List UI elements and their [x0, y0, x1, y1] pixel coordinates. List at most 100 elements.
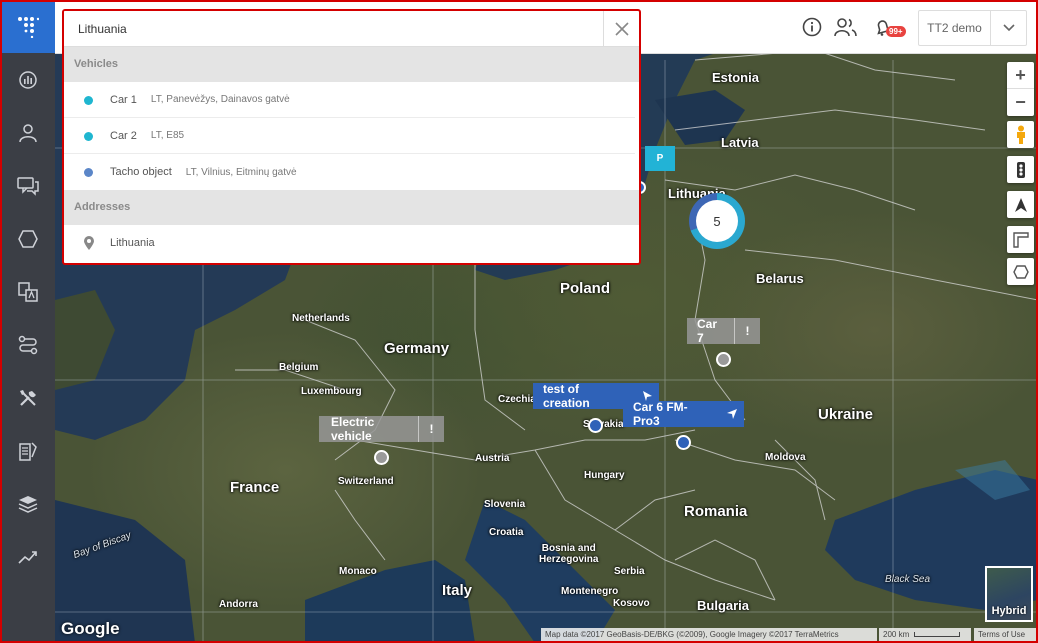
zoom-control: + − [1007, 62, 1034, 116]
reports-icon [17, 281, 38, 302]
geozone-icon[interactable] [1007, 258, 1034, 285]
vehicle-marker-test-of-creation[interactable] [588, 418, 603, 433]
map-attribution: Map data ©2017 GeoBasis-DE/BKG (©2009), … [541, 628, 877, 641]
clear-search-button[interactable] [603, 11, 639, 46]
sidebar-item-messages[interactable] [0, 159, 55, 212]
scale-label: 200 km [883, 630, 910, 639]
sidebar-item-geozones[interactable] [0, 212, 55, 265]
layers-icon [18, 495, 37, 513]
map-type-label: Hybrid [991, 605, 1027, 617]
vehicle-name: Car 7 [697, 317, 718, 345]
adriatic-sea [465, 500, 615, 643]
map-label-bulgaria: Bulgaria [697, 598, 750, 613]
vehicle-status-dot [84, 168, 93, 177]
vehicle-marker-electric-vehicle[interactable] [374, 450, 389, 465]
vehicle-marker-car-6[interactable] [676, 435, 691, 450]
direction-arrow-icon [720, 408, 744, 420]
notifications-button[interactable]: 99+ [870, 14, 906, 40]
map-label-kosovo: Kosovo [613, 598, 650, 609]
zoom-out-button[interactable]: − [1007, 89, 1034, 116]
trends-icon [17, 550, 37, 564]
map-label-slovenia: Slovenia [484, 499, 526, 510]
app-logo[interactable] [0, 0, 55, 53]
routes-icon [18, 335, 37, 354]
sidebar-item-routes[interactable] [0, 318, 55, 371]
zoom-in-button[interactable]: + [1007, 62, 1034, 89]
map-type-toggle[interactable]: Hybrid [985, 566, 1033, 622]
sidebar-item-dashboard[interactable] [0, 53, 55, 106]
cluster-count: 5 [696, 200, 738, 242]
map-label-moldova: Moldova [765, 452, 806, 463]
vehicle-status-dot [84, 96, 93, 105]
search-input[interactable] [64, 11, 604, 46]
traffic-light-icon[interactable] [1007, 156, 1034, 183]
map-scale[interactable]: 200 km [879, 628, 971, 641]
result-name: Car 2 [110, 129, 137, 142]
sidebar-item-reports[interactable] [0, 265, 55, 318]
map-label-austria: Austria [475, 453, 510, 464]
geozones-icon [17, 229, 38, 248]
map-label-andorra: Andorra [219, 599, 258, 610]
map-label-croatia: Croatia [489, 527, 524, 538]
street-view-pegman-icon[interactable] [1007, 121, 1034, 148]
map-label-montenegro: Montenegro [561, 586, 619, 597]
map-label-serbia: Serbia [614, 566, 645, 577]
vehicle-label-electric-vehicle[interactable]: Electric vehicle ! [319, 415, 444, 443]
sidebar-item-tools[interactable] [0, 371, 55, 424]
alert-icon: ! [734, 318, 760, 344]
map-label-belarus: Belarus [756, 271, 804, 286]
ruler-icon[interactable] [1007, 226, 1034, 253]
map-label-black-sea: Black Sea [885, 574, 931, 585]
vehicle-label-car-6[interactable]: Car 6 FM-Pro3 [623, 400, 744, 428]
mediterranean-sea [305, 560, 475, 643]
map-label-poland: Poland [560, 280, 611, 297]
result-address: LT, Vilnius, Eitminų gatvė [185, 166, 297, 178]
vehicle-results: Car 1 LT, Panevėžys, Dainavos gatvė Car … [64, 82, 639, 190]
user-icon [18, 123, 37, 142]
map-label-belgium: Belgium [279, 362, 319, 373]
map-label-latvia: Latvia [721, 135, 759, 150]
vehicle-result-tacho-object[interactable]: Tacho object LT, Vilnius, Eitminų gatvė [64, 154, 635, 190]
vehicle-status-dot [84, 132, 93, 141]
map-label-italy: Italy [442, 582, 473, 599]
vehicle-name: test of creation [543, 382, 590, 410]
map-label-luxembourg: Luxembourg [301, 386, 362, 397]
addresses-section-header: Addresses [64, 190, 639, 225]
map-label-ukraine: Ukraine [818, 406, 874, 423]
search-row [64, 11, 639, 47]
messages-icon [16, 176, 39, 196]
parking-marker[interactable]: P [645, 146, 675, 171]
vehicle-name: Car 6 FM-Pro3 [633, 400, 688, 428]
vehicle-result-car-1[interactable]: Car 1 LT, Panevėžys, Dainavos gatvė [64, 82, 635, 118]
result-address: LT, Panevėžys, Dainavos gatvė [150, 94, 290, 105]
documents-icon [18, 441, 37, 461]
account-name: TT2 demo [919, 11, 991, 45]
vehicles-section-header: Vehicles [64, 47, 639, 82]
map-label-switzerland: Switzerland [338, 476, 394, 487]
map-label-france: France [230, 479, 280, 496]
sidebar-item-layers[interactable] [0, 477, 55, 530]
vehicle-result-car-2[interactable]: Car 2 LT, E85 [64, 118, 635, 154]
notification-badge: 99+ [886, 26, 906, 37]
sidebar-item-trends[interactable] [0, 530, 55, 583]
map-label-hungary: Hungary [584, 470, 625, 481]
map-label-bosnia: Bosnia and Herzegovina [539, 543, 599, 565]
alert-icon: ! [418, 416, 444, 442]
vehicle-marker-car-7[interactable] [716, 352, 731, 367]
sidebar-item-users[interactable] [0, 106, 55, 159]
left-sidebar [0, 0, 55, 643]
sidebar-item-documents[interactable] [0, 424, 55, 477]
chevron-down-icon[interactable] [991, 11, 1026, 45]
vehicle-cluster[interactable]: 5 [689, 193, 745, 249]
info-icon[interactable] [799, 14, 825, 40]
account-dropdown[interactable]: TT2 demo [918, 10, 1027, 46]
vehicle-label-car-7[interactable]: Car 7 ! [687, 317, 760, 345]
users-icon[interactable] [833, 14, 859, 40]
search-panel: Vehicles Car 1 LT, Panevėžys, Dainavos g… [62, 9, 641, 265]
map-label-estonia: Estonia [712, 70, 759, 85]
terms-link[interactable]: Terms of Use [974, 628, 1036, 641]
vehicle-name: Electric vehicle [331, 415, 375, 443]
address-result-lithuania[interactable]: Lithuania [64, 225, 635, 261]
navigation-arrow-icon[interactable] [1007, 191, 1034, 218]
logo-dots-icon [17, 16, 39, 38]
